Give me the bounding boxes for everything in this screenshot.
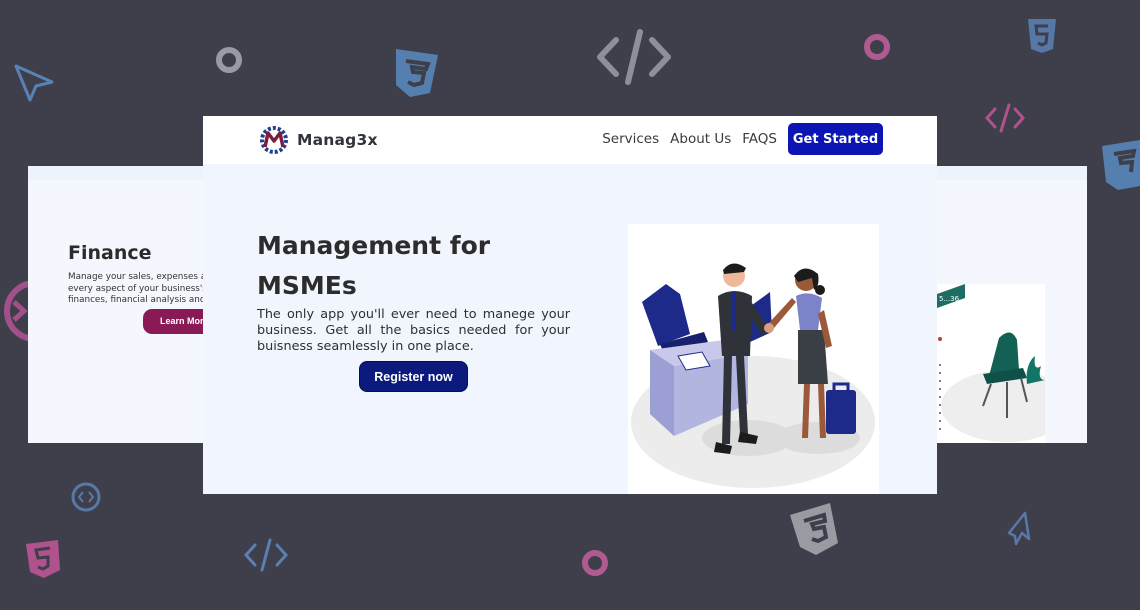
finance-section: Finance Manage your sales, expenses and … [68, 242, 218, 307]
chair-plant-drawing: 5...36... [937, 284, 1073, 442]
business-handshake-drawing [631, 263, 875, 488]
register-now-button[interactable]: Register now [359, 361, 468, 392]
nav-link-services[interactable]: Services [602, 131, 659, 147]
nav-links: Services About Us FAQS [602, 131, 777, 147]
ring-icon [864, 34, 890, 60]
play-circle-icon [4, 280, 30, 342]
ring-icon [216, 47, 242, 73]
css3-logo-icon [396, 49, 438, 97]
office-chair-illustration: 5...36... [937, 284, 1073, 443]
finance-title: Finance [68, 242, 152, 264]
finance-description: Manage your sales, expenses and every as… [68, 272, 217, 307]
ring-icon [582, 550, 608, 576]
css3-logo-icon [790, 503, 838, 555]
nav-link-faqs[interactable]: FAQS [742, 131, 777, 147]
html5-logo-icon [1028, 19, 1056, 53]
brand-logo[interactable]: Manag3x [257, 125, 378, 155]
brand-name: Manag3x [297, 131, 378, 149]
hero-title: Management for MSMEs [257, 231, 491, 300]
code-brackets-icon [243, 538, 289, 572]
cursor-arrow-icon [14, 64, 54, 102]
hero-description: The only app you'll ever need to manege … [257, 307, 570, 354]
get-started-button[interactable]: Get Started [788, 123, 883, 155]
html5-logo-icon [26, 540, 60, 578]
code-brackets-icon [984, 103, 1026, 133]
nav-link-about-us[interactable]: About Us [670, 131, 731, 147]
code-brackets-icon [597, 29, 671, 85]
navbar: Manag3x Services About Us FAQS Get Start… [203, 116, 937, 164]
css3-logo-icon [1102, 140, 1140, 190]
landing-page-card: Manag3x Services About Us FAQS Get Start… [203, 116, 937, 494]
code-circle-icon [71, 482, 101, 512]
wall-sign-text: 5...36... [939, 295, 966, 303]
pointer-arrow-icon [1007, 511, 1031, 546]
gear-logo-icon [260, 126, 288, 154]
handshake-illustration [628, 224, 879, 494]
